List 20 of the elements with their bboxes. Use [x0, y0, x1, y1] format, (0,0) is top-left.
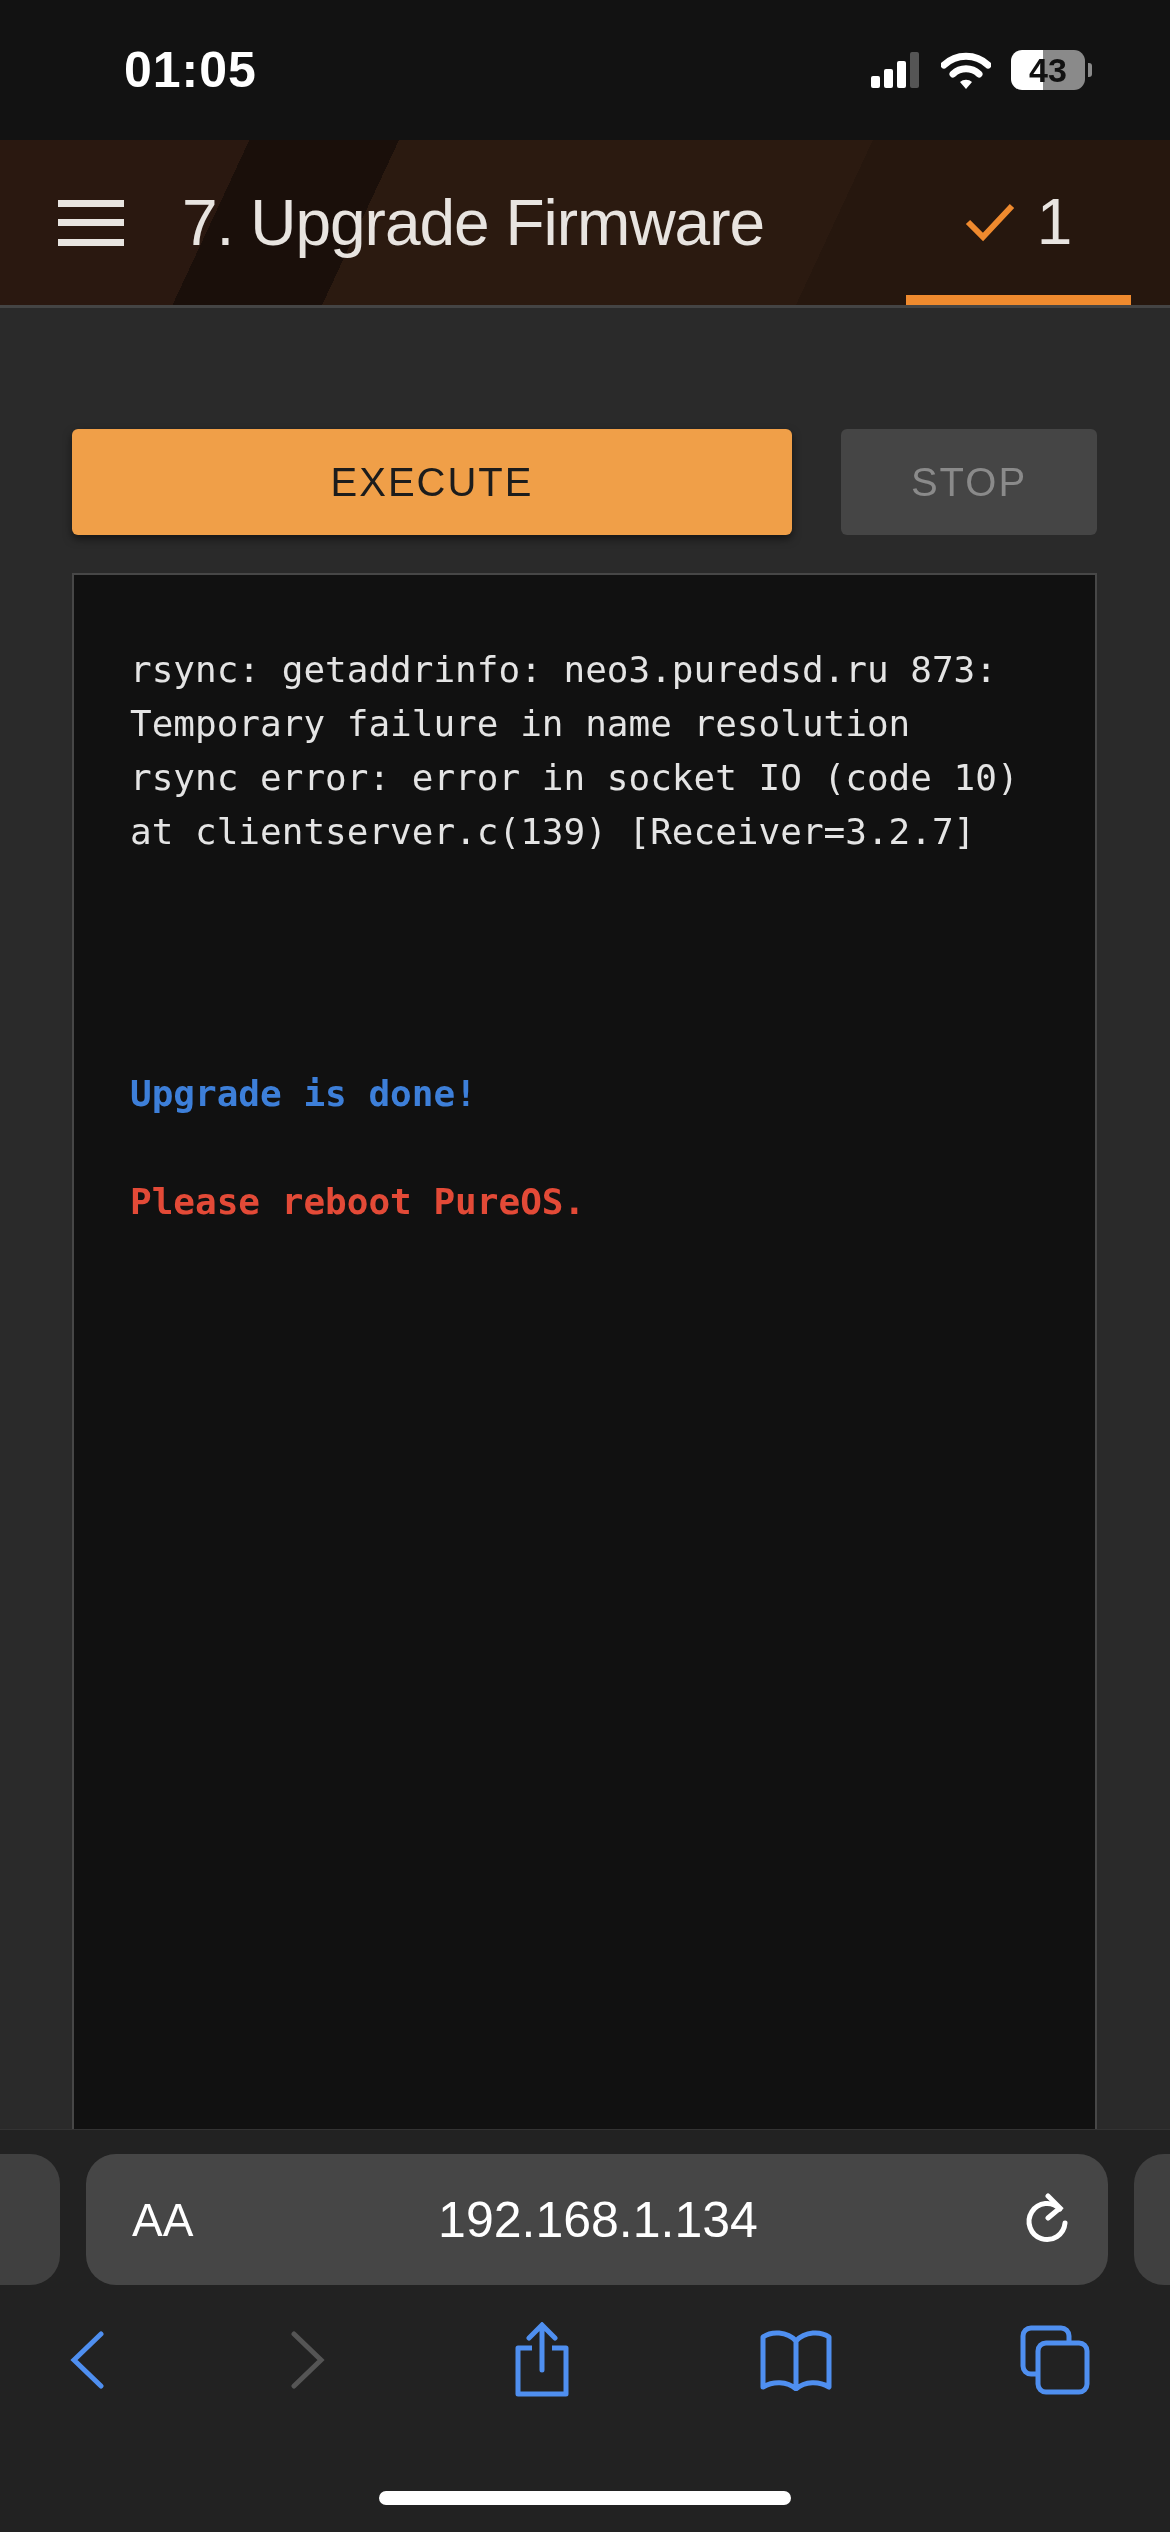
- text-size-button[interactable]: AA: [132, 2192, 352, 2247]
- tabs-icon[interactable]: [1020, 2325, 1090, 2395]
- clock-time: 01:05: [124, 41, 258, 99]
- check-icon: [964, 202, 1015, 242]
- page-title: 7. Upgrade Firmware: [182, 185, 766, 260]
- log-line: Temporary failure in name resolution: [130, 702, 911, 746]
- url-text: 192.168.1.134: [437, 2190, 759, 2249]
- menu-icon[interactable]: [58, 199, 124, 246]
- signal-icon: [871, 52, 921, 88]
- step-tab[interactable]: 1: [906, 140, 1131, 305]
- error-message: Please reboot PureOS.: [130, 1180, 586, 1224]
- log-line: at clientserver.c(139) [Receiver=3.2.7]: [130, 810, 976, 854]
- execute-button[interactable]: EXECUTE: [72, 429, 792, 535]
- book-icon[interactable]: [759, 2329, 833, 2391]
- success-message: Upgrade is done!: [130, 1072, 477, 1116]
- log-line: rsync error: error in socket IO (code 10): [130, 756, 1019, 800]
- wifi-icon: [941, 51, 991, 89]
- log-line: rsync: getaddrinfo: neo3.puredsd.ru 873:: [130, 648, 997, 692]
- back-icon[interactable]: [70, 2331, 104, 2389]
- address-bar[interactable]: AA 192.168.1.134: [86, 2154, 1108, 2285]
